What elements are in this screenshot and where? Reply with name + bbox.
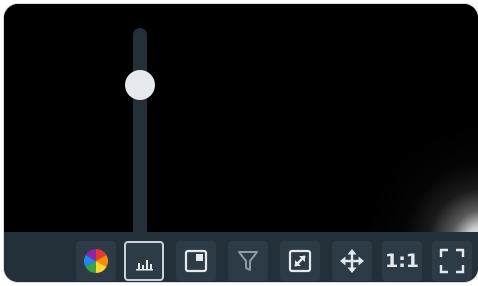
- move-icon: [338, 247, 366, 275]
- filter-icon: [235, 248, 261, 274]
- brightness-slider-thumb[interactable]: [125, 70, 155, 100]
- move-button[interactable]: [332, 241, 372, 281]
- fit-screen-button[interactable]: [432, 241, 472, 281]
- color-wheel-icon: [83, 248, 109, 274]
- image-viewer-window: 1:1: [4, 4, 478, 282]
- picture-in-picture-icon: [183, 248, 209, 274]
- resize-icon: [287, 248, 313, 274]
- actual-size-label: 1:1: [384, 250, 420, 272]
- filter-button[interactable]: [228, 241, 268, 281]
- color-adjust-button[interactable]: [76, 241, 116, 281]
- actual-size-button[interactable]: 1:1: [382, 241, 422, 281]
- image-canvas[interactable]: [4, 4, 478, 232]
- histogram-icon: [132, 249, 156, 273]
- brightness-slider[interactable]: [133, 28, 147, 232]
- viewer-toolbar: 1:1: [4, 232, 478, 282]
- histogram-button[interactable]: [124, 241, 164, 281]
- picture-in-picture-button[interactable]: [176, 241, 216, 281]
- resize-button[interactable]: [280, 241, 320, 281]
- fit-screen-icon: [438, 247, 466, 275]
